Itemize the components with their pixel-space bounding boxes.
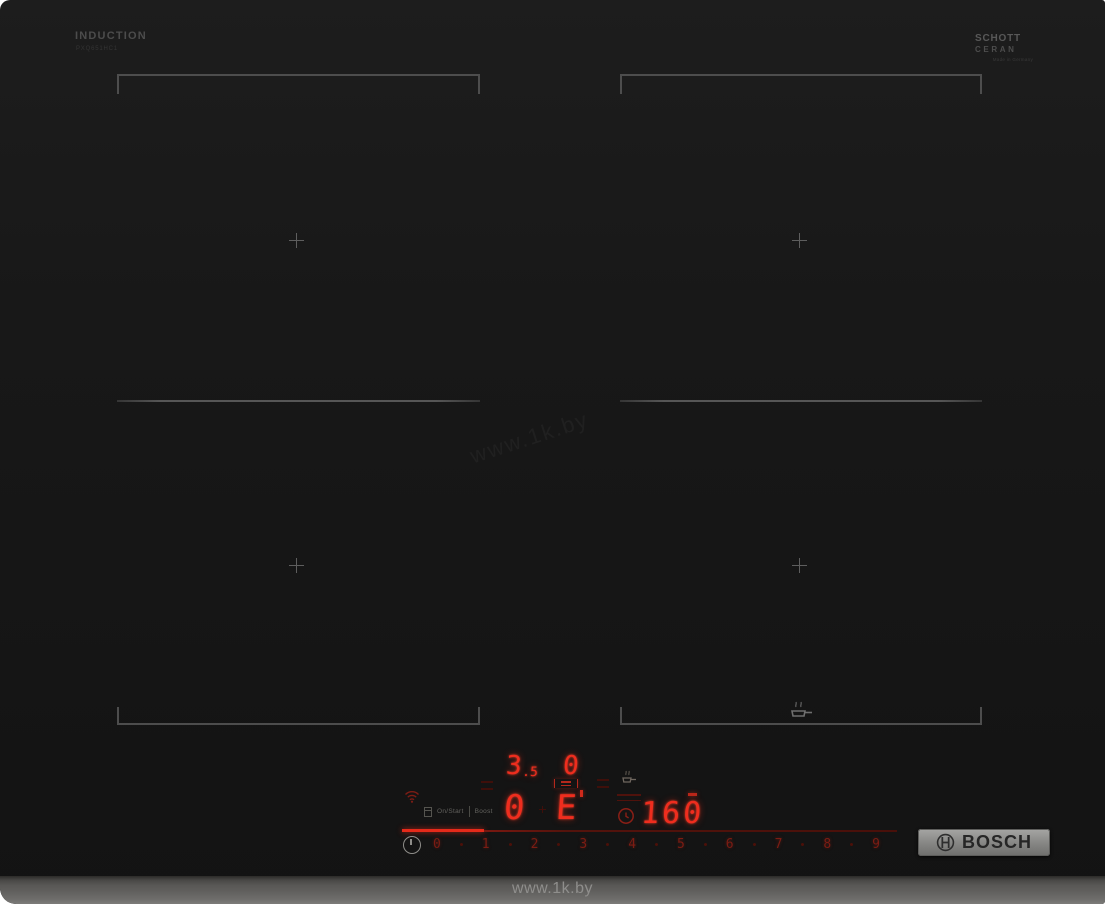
display-rear-left-frac: .5 bbox=[521, 765, 539, 780]
power-level-9[interactable]: 9 bbox=[872, 838, 880, 851]
dim-plus-mark bbox=[539, 806, 546, 813]
power-slider-track[interactable] bbox=[484, 829, 897, 832]
frying-pan-icon bbox=[791, 701, 812, 717]
zone-rear-left-center-mark bbox=[289, 233, 304, 248]
ceran-line: CERAN bbox=[975, 44, 1017, 54]
power-level-4[interactable]: 4 bbox=[628, 838, 636, 851]
fry-temperature-display: 160 bbox=[639, 796, 706, 831]
bosch-logo-plate: BOSCH bbox=[918, 829, 1050, 856]
boost-key[interactable]: Boost bbox=[475, 808, 493, 815]
power-level-0[interactable]: 0 bbox=[433, 838, 441, 851]
power-scale-dot bbox=[459, 843, 463, 846]
display-rear-left-int: 3 bbox=[504, 751, 523, 781]
home-connect-icon bbox=[424, 806, 432, 817]
zone-front-left-center-mark bbox=[289, 558, 304, 573]
touch-key-labels: On/Start Boost bbox=[424, 806, 493, 817]
power-scale-dot bbox=[801, 843, 805, 846]
front-metal-edge: www.1k.by bbox=[0, 876, 1105, 904]
power-scale-dot bbox=[655, 843, 658, 846]
schott-subline: Made in Germany bbox=[992, 56, 1033, 62]
induction-label: INDUCTION bbox=[75, 30, 147, 42]
move-pot-indicator-icon bbox=[554, 779, 578, 788]
power-level-8[interactable]: 8 bbox=[823, 838, 831, 851]
power-scale-dot bbox=[508, 843, 512, 846]
power-scale-dot bbox=[606, 843, 610, 846]
fry-level-bars bbox=[617, 794, 641, 801]
zone-left-bottom-bracket bbox=[117, 705, 480, 725]
display-rear-left: 3 .5 bbox=[504, 751, 539, 781]
power-scale-dot bbox=[557, 843, 561, 846]
display-rear-right: 0 bbox=[561, 751, 580, 781]
zone-left-divider bbox=[117, 400, 480, 402]
power-level-2[interactable]: 2 bbox=[531, 838, 539, 851]
on-start-key[interactable]: On/Start bbox=[437, 808, 464, 815]
zone-left-top-bracket bbox=[117, 74, 480, 96]
power-slider-active-segment[interactable] bbox=[402, 829, 484, 832]
zone-select-bars-right bbox=[597, 779, 609, 788]
power-level-7[interactable]: 7 bbox=[775, 838, 783, 851]
zone-rear-right-center-mark bbox=[792, 233, 807, 248]
label-separator bbox=[468, 806, 470, 817]
power-scale-dot bbox=[752, 843, 756, 846]
power-level-5[interactable]: 5 bbox=[677, 838, 685, 851]
zone-front-right-center-mark bbox=[792, 558, 807, 573]
zone-right-top-bracket bbox=[620, 74, 982, 96]
schott-ceran-logo: SCHOTT CERAN Made in Germany bbox=[975, 33, 1033, 62]
power-level-1[interactable]: 1 bbox=[482, 838, 490, 851]
bosch-logo-text: BOSCH bbox=[961, 832, 1032, 852]
timer-clock-icon[interactable] bbox=[617, 807, 635, 825]
power-scale-dot bbox=[850, 843, 854, 846]
model-code: PXQ651HC1 bbox=[76, 46, 118, 52]
power-level-3[interactable]: 3 bbox=[579, 838, 587, 851]
cooktop-surface: INDUCTION PXQ651HC1 SCHOTT CERAN Made in… bbox=[0, 0, 1105, 904]
bosch-anchor-icon bbox=[936, 833, 955, 852]
bottom-watermark: www.1k.by bbox=[512, 880, 593, 897]
fry-temp-unit-mark bbox=[688, 793, 697, 796]
zone-right-divider bbox=[620, 400, 982, 402]
center-watermark: www.1k.by bbox=[466, 406, 592, 469]
power-scale[interactable]: 0 1 2 3 4 5 6 7 8 9 bbox=[433, 837, 880, 852]
display-front-right-tick bbox=[580, 790, 583, 797]
display-front-left: 0 bbox=[502, 788, 526, 828]
power-icon[interactable] bbox=[403, 836, 421, 854]
power-scale-dot bbox=[703, 843, 707, 846]
wifi-icon bbox=[404, 791, 420, 803]
power-level-6[interactable]: 6 bbox=[726, 838, 734, 851]
zone-select-bars-left bbox=[481, 781, 493, 790]
display-front-right: E bbox=[554, 788, 578, 828]
schott-line: SCHOTT bbox=[975, 33, 1021, 44]
frying-pan-icon bbox=[622, 770, 636, 783]
